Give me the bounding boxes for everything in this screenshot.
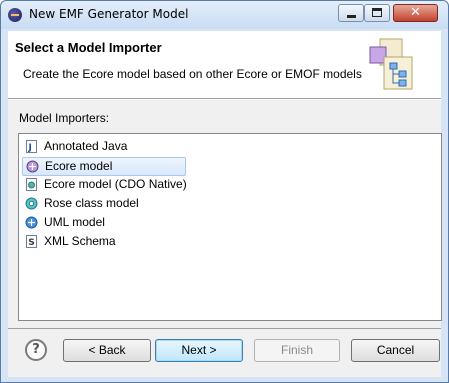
model-importer-wizard-icon — [369, 38, 413, 90]
svg-text:S: S — [28, 238, 34, 248]
help-button[interactable]: ? — [25, 339, 47, 361]
close-icon: ✕ — [410, 5, 421, 20]
list-item-uml-model[interactable]: UML model — [22, 214, 186, 233]
ecore-icon — [26, 160, 39, 173]
uml-icon — [25, 216, 38, 229]
list-item-annotated-java[interactable]: J Annotated Java — [22, 138, 186, 157]
help-icon: ? — [32, 342, 40, 357]
eclipse-icon — [8, 8, 22, 22]
cdo-icon — [26, 178, 37, 191]
next-button[interactable]: Next > — [155, 339, 243, 362]
page-title: Select a Model Importer — [15, 40, 162, 55]
list-item-label: Ecore model (CDO Native) — [44, 177, 187, 191]
maximize-button[interactable] — [364, 4, 390, 22]
list-item-rose-class-model[interactable]: Rose class model — [22, 195, 186, 214]
model-importers-list[interactable]: J Annotated Java Ecore model Ecore model… — [18, 133, 442, 321]
back-button[interactable]: < Back — [63, 339, 151, 362]
page-description: Create the Ecore model based on other Ec… — [23, 67, 362, 81]
list-item-xml-schema[interactable]: S XML Schema — [22, 233, 186, 252]
finish-button[interactable]: Finish — [254, 339, 340, 362]
wizard-banner: Select a Model Importer Create the Ecore… — [8, 31, 441, 99]
minimize-button[interactable] — [338, 4, 364, 22]
rose-icon — [25, 197, 38, 210]
list-item-label: UML model — [44, 215, 105, 229]
dialog-window: New EMF Generator Model ✕ Select a Model… — [0, 0, 449, 383]
list-item-ecore-model-cdo-native[interactable]: Ecore model (CDO Native) — [22, 176, 187, 195]
xsd-icon: S — [26, 235, 37, 248]
close-button[interactable]: ✕ — [393, 4, 438, 22]
list-item-label: Ecore model — [45, 159, 113, 173]
model-importers-label: Model Importers: — [19, 111, 110, 125]
list-item-ecore-model[interactable]: Ecore model — [22, 157, 186, 176]
window-title: New EMF Generator Model — [29, 7, 189, 21]
list-item-label: Rose class model — [44, 196, 139, 210]
maximize-icon — [372, 8, 382, 17]
banner-divider — [8, 99, 441, 100]
minimize-icon — [347, 15, 356, 18]
list-item-label: Annotated Java — [44, 139, 128, 153]
java-file-icon: J — [26, 140, 37, 153]
title-bar[interactable]: New EMF Generator Model ✕ — [1, 1, 448, 29]
list-item-label: XML Schema — [44, 234, 116, 248]
cancel-button[interactable]: Cancel — [351, 339, 440, 362]
svg-text:J: J — [28, 143, 32, 153]
dialog-client-area: Select a Model Importer Create the Ecore… — [8, 31, 442, 377]
button-bar-divider — [8, 328, 441, 329]
